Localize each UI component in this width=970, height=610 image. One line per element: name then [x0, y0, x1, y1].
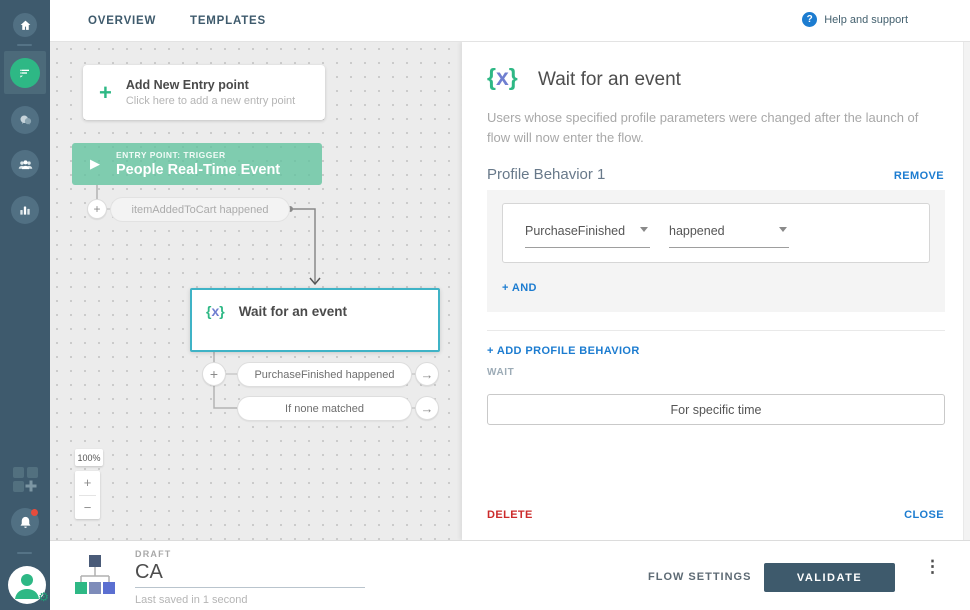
sidebar-item-notifications[interactable]	[11, 508, 39, 536]
help-label: Help and support	[824, 14, 908, 26]
event-select[interactable]: PurchaseFinished	[525, 222, 650, 248]
sidebar: ⚙	[0, 0, 50, 610]
sidebar-item-audience[interactable]	[11, 150, 39, 178]
add-entry-title: Add New Entry point	[126, 78, 295, 92]
wait-event-properties-panel: {x} Wait for an event Users whose specif…	[462, 42, 970, 540]
wait-event-icon: {x}	[487, 64, 518, 91]
tab-overview[interactable]: OVERVIEW	[88, 15, 156, 27]
add-entry-point-card[interactable]: + Add New Entry point Click here to add …	[83, 65, 325, 120]
sidebar-divider	[17, 552, 32, 554]
chat-bubbles-icon	[18, 113, 33, 128]
top-navigation: OVERVIEW TEMPLATES ? Help and support	[50, 0, 970, 42]
help-and-support[interactable]: ? Help and support	[802, 12, 908, 27]
home-icon	[19, 19, 32, 32]
close-button[interactable]: CLOSE	[904, 509, 944, 521]
branch-pill-purchase-finished[interactable]: PurchaseFinished happened	[237, 362, 412, 387]
zoom-out-button[interactable]: −	[75, 496, 100, 520]
more-options-button[interactable]: ⋮	[924, 558, 941, 577]
sidebar-item-analytics[interactable]	[11, 196, 39, 224]
entry-kicker: ENTRY POINT: TRIGGER	[116, 150, 280, 160]
delete-button[interactable]: DELETE	[487, 509, 533, 521]
tab-templates[interactable]: TEMPLATES	[190, 15, 266, 27]
flow-footer-bar: DRAFT Last saved in 1 second FLOW SETTIN…	[50, 540, 970, 610]
plus-icon: +	[93, 202, 100, 216]
branch-label: If none matched	[285, 403, 364, 415]
section-divider	[487, 330, 945, 331]
flow-canvas[interactable]: + Add New Entry point Click here to add …	[50, 42, 462, 540]
zoom-level: 100%	[75, 449, 103, 466]
help-icon: ?	[802, 12, 817, 27]
add-entry-subtitle: Click here to add a new entry point	[126, 95, 295, 107]
branch-label: PurchaseFinished happened	[254, 369, 394, 381]
flow-name-input[interactable]	[135, 561, 365, 588]
avatar-gear-icon: ⚙	[38, 590, 49, 604]
flow-settings-button[interactable]: FLOW SETTINGS	[648, 571, 751, 583]
sidebar-item-conversations[interactable]	[11, 106, 39, 134]
event-select-value: PurchaseFinished	[525, 224, 625, 238]
behavior-condition-group: PurchaseFinished happened + AND	[487, 190, 945, 312]
notification-dot	[31, 509, 38, 516]
user-avatar[interactable]: ⚙	[8, 566, 46, 604]
sidebar-item-home[interactable]	[13, 13, 37, 37]
branch-connect-button[interactable]: →	[415, 362, 439, 386]
people-icon	[17, 156, 34, 173]
add-branch-button[interactable]: +	[202, 362, 226, 386]
panel-title: Wait for an event	[538, 69, 681, 91]
add-profile-behavior-button[interactable]: + ADD PROFILE BEHAVIOR	[487, 345, 640, 357]
sidebar-divider	[17, 44, 32, 46]
wait-node-icon: {x}	[206, 303, 225, 319]
zoom-in-button[interactable]: +	[75, 471, 100, 495]
status-badge: DRAFT	[135, 549, 172, 559]
chevron-down-icon	[640, 227, 648, 232]
operator-select-value: happened	[669, 224, 725, 238]
remove-behavior-button[interactable]: REMOVE	[894, 170, 944, 182]
moments-chat-icon	[10, 58, 40, 88]
wait-for-event-node[interactable]: {x} Wait for an event	[190, 288, 440, 352]
wait-section-label: WAIT	[487, 367, 514, 378]
flow-tree-icon	[75, 554, 117, 598]
panel-description: Users whose specified profile parameters…	[487, 108, 929, 147]
arrow-right-icon: →	[421, 367, 434, 382]
branch-pill-if-none-matched[interactable]: If none matched	[237, 396, 412, 421]
zoom-controls: + −	[75, 471, 100, 519]
chevron-down-icon	[779, 227, 787, 232]
play-icon: ▶	[90, 156, 100, 172]
branch-connect-button[interactable]: →	[415, 396, 439, 420]
sidebar-item-apps[interactable]	[12, 466, 39, 493]
flow-builder-app: ⚙ OVERVIEW TEMPLATES ? Help and support …	[0, 0, 970, 610]
entry-point-node[interactable]: ▶ ENTRY POINT: TRIGGER People Real-Time …	[72, 143, 322, 185]
arrow-right-icon: →	[421, 401, 434, 416]
branch-pill-item-added[interactable]: itemAddedToCart happened	[110, 197, 290, 222]
wait-node-title: Wait for an event	[239, 303, 347, 319]
profile-behavior-title: Profile Behavior 1	[487, 166, 605, 183]
bar-chart-icon	[18, 203, 32, 217]
operator-select[interactable]: happened	[669, 222, 789, 248]
for-specific-time-button[interactable]: For specific time	[487, 394, 945, 425]
bell-icon	[18, 515, 33, 530]
plus-icon: +	[210, 366, 218, 382]
condition-card: PurchaseFinished happened	[502, 203, 930, 263]
branch-label: itemAddedToCart happened	[132, 204, 269, 216]
validate-button[interactable]: VALIDATE	[764, 563, 895, 592]
entry-title: People Real-Time Event	[116, 162, 280, 178]
add-and-condition-button[interactable]: + AND	[502, 282, 537, 294]
last-saved-text: Last saved in 1 second	[135, 594, 248, 606]
sidebar-item-moments[interactable]	[4, 51, 46, 94]
apps-add-icon	[12, 466, 39, 493]
plus-icon: +	[99, 82, 112, 104]
add-branch-button[interactable]: +	[87, 199, 107, 219]
panel-scrollbar[interactable]	[963, 42, 970, 540]
